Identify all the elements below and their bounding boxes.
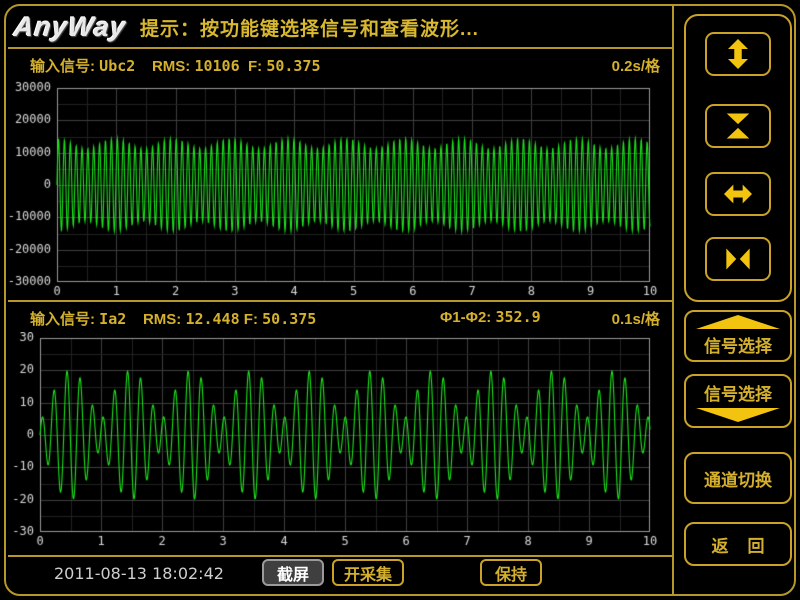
voltage-panel-header: 输入信号: Ubc2 RMS: 10106 F: 50.375 0.2s/格 — [8, 55, 672, 77]
signal-select-up-label: 信号选择 — [704, 332, 772, 357]
waveform-canvas-voltage — [8, 75, 672, 300]
signal-select-down-label: 信号选择 — [704, 380, 772, 405]
phase-value: 352.9 — [495, 308, 540, 326]
rms-value: 12.448 — [185, 310, 239, 328]
timebase-value: 0.1s/格 — [612, 308, 660, 329]
timestamp: 2011-08-13 18:02:42 — [54, 564, 224, 583]
waveform-canvas-current — [8, 332, 672, 555]
back-button[interactable]: 返 回 — [684, 522, 792, 566]
title-bar: AnyWay 提示：按功能键选择信号和查看波形... — [8, 8, 672, 47]
expand-horizontal-icon — [720, 180, 756, 208]
freq-value: 50.375 — [266, 57, 320, 75]
triangle-down-icon — [696, 408, 780, 422]
freq-label: F: — [244, 311, 258, 328]
phase-info: Φ1-Φ2: 352.9 — [440, 308, 541, 326]
input-signal-label: 输入信号: — [30, 311, 95, 328]
expand-vertical-icon — [721, 39, 755, 69]
channel-switch-button[interactable]: 通道切换 — [684, 452, 792, 504]
signal-name: Ubc2 — [99, 57, 135, 75]
compress-horizontal-button[interactable] — [705, 237, 771, 281]
brand-logo: AnyWay — [12, 12, 127, 43]
hint-message: 提示：按功能键选择信号和查看波形... — [140, 14, 479, 41]
rms-label: RMS: — [152, 58, 190, 75]
screenshot-button[interactable]: 截屏 — [262, 559, 324, 586]
freq-label: F: — [248, 58, 262, 75]
signal-select-up-button[interactable]: 信号选择 — [684, 310, 792, 362]
compress-vertical-button[interactable] — [705, 104, 771, 148]
signal-select-down-button[interactable]: 信号选择 — [684, 374, 792, 428]
zoom-button-group — [684, 14, 792, 302]
freq-value: 50.375 — [262, 310, 316, 328]
phase-label: Φ1-Φ2: — [440, 309, 491, 326]
signal-info: 输入信号: Ubc2 RMS: 10106 F: 50.375 — [30, 55, 321, 76]
triangle-up-icon — [696, 315, 780, 329]
expand-horizontal-button[interactable] — [705, 172, 771, 216]
sidebar: 信号选择 信号选择 通道切换 返 回 — [674, 8, 800, 592]
compress-horizontal-icon — [720, 245, 756, 273]
back-label: 返 回 — [712, 532, 765, 557]
expand-vertical-button[interactable] — [705, 32, 771, 76]
status-bar: 2011-08-13 18:02:42 截屏 开采集 保持 — [8, 555, 672, 592]
channel-switch-label: 通道切换 — [704, 466, 772, 491]
hold-button[interactable]: 保持 — [480, 559, 542, 586]
signal-name: Ia2 — [99, 310, 126, 328]
rms-label: RMS: — [143, 311, 181, 328]
signal-info: 输入信号: Ia2 RMS: 12.448 F: 50.375 — [30, 308, 316, 329]
compress-vertical-icon — [721, 111, 755, 141]
current-panel-header: 输入信号: Ia2 RMS: 12.448 F: 50.375 Φ1-Φ2: 3… — [8, 308, 672, 330]
timebase-value: 0.2s/格 — [612, 55, 660, 76]
waveform-panel-current: 输入信号: Ia2 RMS: 12.448 F: 50.375 Φ1-Φ2: 3… — [8, 300, 672, 555]
input-signal-label: 输入信号: — [30, 58, 95, 75]
start-capture-button[interactable]: 开采集 — [332, 559, 404, 586]
rms-value: 10106 — [194, 57, 239, 75]
waveform-panel-voltage: 输入信号: Ubc2 RMS: 10106 F: 50.375 0.2s/格 — [8, 47, 672, 300]
device-screen: AnyWay 提示：按功能键选择信号和查看波形... 输入信号: Ubc2 RM… — [0, 0, 800, 600]
